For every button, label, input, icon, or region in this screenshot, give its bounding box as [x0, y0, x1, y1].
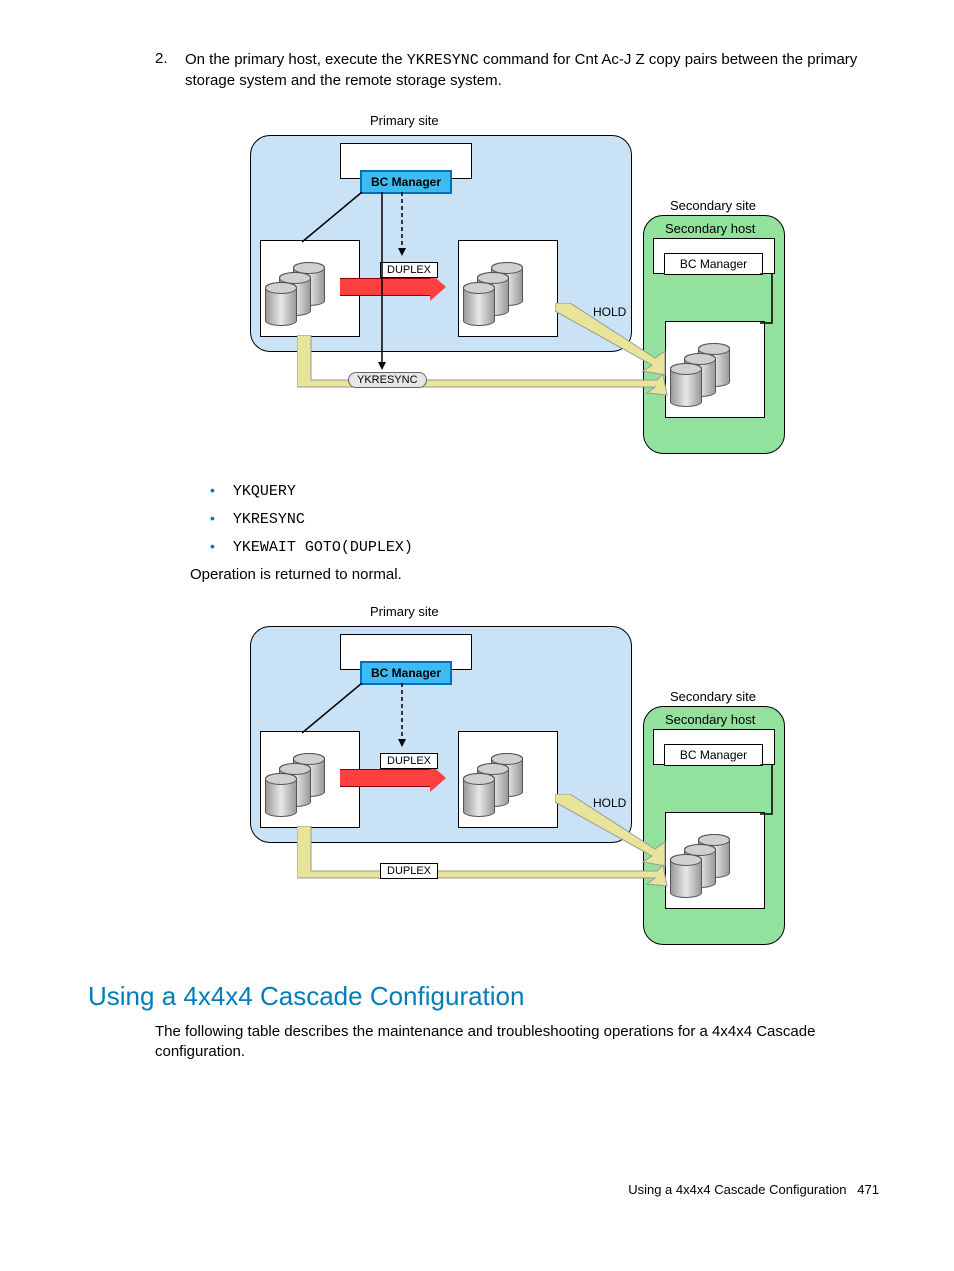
diagram-2: Primary site Primary host BC Manager Sec… [205, 601, 785, 951]
bc-secondary-connector [760, 273, 775, 328]
bc-manager-secondary: BC Manager [664, 253, 763, 275]
bullet-item: • YKRESYNC [210, 510, 894, 528]
secondary-site-label: Secondary site [670, 689, 756, 704]
ykresync-pill: YKRESYNC [348, 372, 427, 388]
hold-label: HOLD [593, 796, 626, 810]
step-text: On the primary host, execute the YKRESYN… [185, 50, 894, 92]
page-footer: Using a 4x4x4 Cascade Configuration 471 [60, 1182, 894, 1197]
bc-manager-primary: BC Manager [360, 170, 452, 194]
primary-site-label: Primary site [370, 604, 439, 619]
operation-returned-text: Operation is returned to normal. [190, 566, 894, 583]
section-text: The following table describes the mainte… [155, 1022, 894, 1063]
command-inline: YKRESYNC [407, 52, 479, 69]
connector-p-to-r [297, 826, 677, 896]
bullet-item: • YKQUERY [210, 482, 894, 500]
bullet-list: • YKQUERY • YKRESYNC • YKEWAIT GOTO(DUPL… [210, 482, 894, 556]
bc-manager-primary: BC Manager [360, 661, 452, 685]
bc-manager-secondary: BC Manager [664, 744, 763, 766]
footer-text: Using a 4x4x4 Cascade Configuration [628, 1182, 846, 1197]
secondary-host-label: Secondary host [665, 221, 755, 236]
section-heading: Using a 4x4x4 Cascade Configuration [88, 981, 894, 1012]
step-2: 2. On the primary host, execute the YKRE… [155, 50, 894, 92]
bullet-item: • YKEWAIT GOTO(DUPLEX) [210, 538, 894, 556]
footer-page: 471 [857, 1182, 879, 1197]
secondary-site-label: Secondary site [670, 198, 756, 213]
bc-connectors [302, 683, 432, 753]
duplex-label-1: DUPLEX [380, 753, 438, 769]
step-number: 2. [155, 50, 185, 92]
arrow-p-to-l [340, 769, 430, 787]
bc-connectors [302, 192, 432, 382]
primary-site-label: Primary site [370, 113, 439, 128]
hold-label: HOLD [593, 305, 626, 319]
bc-secondary-connector [760, 764, 775, 819]
bullet-dot-icon: • [210, 538, 215, 554]
bullet-dot-icon: • [210, 482, 215, 498]
duplex-label-2: DUPLEX [380, 863, 438, 879]
secondary-host-label: Secondary host [665, 712, 755, 727]
diagram-1: Primary site Primary host BC Manager Sec… [205, 110, 785, 460]
bullet-dot-icon: • [210, 510, 215, 526]
